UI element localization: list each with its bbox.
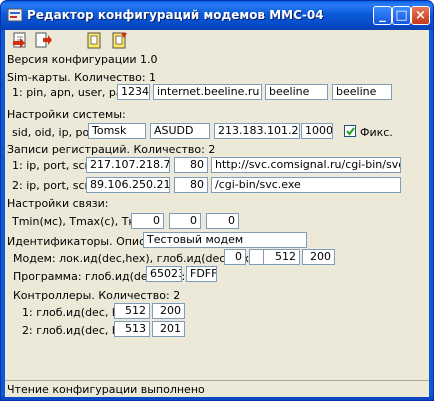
tmin-field[interactable]: 0 [131,213,164,229]
close-icon: × [415,8,426,23]
modem-glob-dec-field[interactable]: 512 [263,249,300,265]
client-area: Версия конфигурации 1.0 Sim-карты. Колич… [5,30,429,396]
open-button[interactable] [11,32,30,49]
sim-apn-field[interactable]: internet.beeline.ru [153,84,262,100]
close-button[interactable]: × [411,6,430,25]
fix-label: Фикс. [360,126,393,139]
system-oid-field[interactable]: ASUDD [150,123,210,139]
minimize-icon: _ [379,8,386,23]
upload-button[interactable] [110,32,129,49]
registration-ip-field[interactable]: 89.106.250.21 [86,177,170,193]
sim-pin-field[interactable]: 1234 [117,84,150,100]
link-header: Настройки связи: [7,197,109,210]
modem-ids-label: Модем: лок.ид(dec,hex), глоб.ид(dec,hex)… [13,252,257,265]
registration-script-field[interactable]: http://svc.comsignal.ru/cgi-bin/svc.cgi [211,157,401,173]
controllers-header: Контроллеры. Количество: 2 [13,289,181,302]
status-text: Чтение конфигурации выполнено [7,383,205,396]
system-ip-field[interactable]: 213.183.101.221 [214,123,300,139]
minimize-button[interactable]: _ [373,6,392,25]
status-bar: Чтение конфигурации выполнено [5,380,429,397]
system-sid-field[interactable]: Tomsk [88,123,146,139]
registration-ip-field[interactable]: 217.107.218.70 [86,157,170,173]
save-icon [35,32,52,48]
window-title: Редактор конфигураций модемов ММС-04 [27,8,324,22]
registration-port-field[interactable]: 80 [174,157,208,173]
fix-checkbox[interactable] [344,125,356,137]
registration-port-field[interactable]: 80 [174,177,208,193]
sim-user-field[interactable]: beeline [265,84,328,100]
new-button[interactable] [85,32,104,49]
tkor-field[interactable]: 0 [206,213,239,229]
app-icon [7,8,23,22]
config-version: Версия конфигурации 1.0 [7,53,158,66]
checkmark-icon [346,127,355,136]
registration-script-field[interactable]: /cgi-bin/svc.exe [211,177,401,193]
controller-dec-field[interactable]: 513 [114,321,150,337]
maximize-button[interactable]: □ [392,6,411,25]
modem-glob-hex-field[interactable]: 200 [302,249,335,265]
controller-hex-field[interactable]: 200 [152,303,185,319]
new-icon [87,32,101,49]
system-port-field[interactable]: 10001 [301,123,333,139]
tmax-field[interactable]: 0 [169,213,201,229]
program-hex-field[interactable]: FDFF [186,266,217,282]
save-button[interactable] [34,32,53,49]
program-dec-field[interactable]: 65023 [146,266,182,282]
open-icon [13,32,26,48]
controller-hex-field[interactable]: 201 [152,321,185,337]
sim-header: Sim-карты. Количество: 1 [7,71,157,84]
window-border-right [429,30,433,400]
registrations-header: Записи регистраций. Количество: 2 [7,143,216,156]
app-window: Редактор конфигураций модемов ММС-04 _ □… [0,0,434,401]
modem-loc-dec-field[interactable]: 0 [224,249,246,265]
description-field[interactable]: Тестовый модем [143,232,307,248]
title-bar[interactable]: Редактор конфигураций модемов ММС-04 _ □… [1,1,433,30]
sim-passw-field[interactable]: beeline [332,84,392,100]
upload-icon [112,32,127,49]
system-header: Настройки системы: [7,108,126,121]
controller-dec-field[interactable]: 512 [114,303,150,319]
maximize-icon: □ [395,8,408,23]
